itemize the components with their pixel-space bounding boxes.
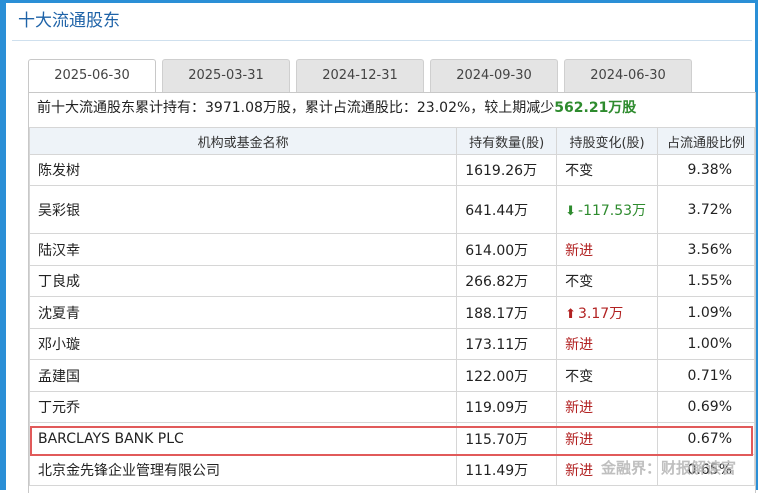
change-value: 新进: [565, 431, 594, 448]
holder-name: 丁元乔: [28, 391, 458, 423]
holder-shares: 122.00万: [456, 359, 558, 392]
holder-ratio: 1.55%: [657, 265, 755, 297]
header-shares: 持有数量(股): [456, 127, 558, 155]
holder-change: 新进: [556, 328, 659, 360]
shareholders-table: 机构或基金名称 持有数量(股) 持股变化(股) 占流通股比例 陈发树 1619.2…: [28, 127, 755, 486]
arrow-down-icon: ⬇: [565, 203, 577, 219]
tab-2024-12-31[interactable]: 2024-12-31: [296, 59, 424, 92]
header-name: 机构或基金名称: [28, 127, 458, 155]
holder-change: 不变: [556, 154, 659, 186]
holder-name: 陈发树: [28, 154, 458, 186]
change-value: 不变: [565, 163, 594, 179]
table-header-row: 机构或基金名称 持有数量(股) 持股变化(股) 占流通股比例: [28, 127, 755, 155]
holder-name: 邓小璇: [28, 328, 458, 360]
table-row: 吴彩银 641.44万 ⬇ -117.53万 3.72%: [28, 185, 755, 234]
table-row: BARCLAYS BANK PLC 115.70万 新进 0.67%: [28, 422, 755, 455]
holder-change: 不变: [556, 265, 659, 297]
holder-ratio: 0.71%: [657, 359, 755, 392]
holder-name: 沈夏青: [28, 296, 458, 329]
arrow-up-icon: ⬆: [565, 306, 577, 322]
watermark: 金融界：财报解读官: [600, 459, 736, 477]
change-value: 新进: [565, 242, 594, 259]
window-left-border: [0, 0, 6, 490]
table-row: 孟建国 122.00万 不变 0.71%: [28, 359, 755, 392]
table-row: 陈发树 1619.26万 不变 9.38%: [28, 154, 755, 186]
summary-text: 前十大流通股东累计持有：3971.08万股，累计占流通股比：23.02%，较上期…: [37, 97, 636, 117]
tab-2025-03-31[interactable]: 2025-03-31: [162, 59, 290, 92]
holder-name: 孟建国: [28, 359, 458, 392]
table-row: 邓小璇 173.11万 新进 1.00%: [28, 328, 755, 360]
shareholders-panel: 前十大流通股东累计持有：3971.08万股，累计占流通股比：23.02%，较上期…: [28, 92, 756, 493]
holder-ratio: 0.69%: [657, 391, 755, 423]
table-row: 丁良成 266.82万 不变 1.55%: [28, 265, 755, 297]
tab-2025-06-30[interactable]: 2025-06-30: [28, 59, 156, 92]
tab-2024-06-30[interactable]: 2024-06-30: [564, 59, 692, 92]
change-value: -117.53万: [578, 202, 647, 219]
change-value: 不变: [565, 368, 594, 385]
holder-name: 北京金先锋企业管理有限公司: [28, 454, 458, 486]
holder-shares: 119.09万: [456, 391, 558, 423]
header-ratio: 占流通股比例: [657, 127, 755, 155]
holder-shares: 266.82万: [456, 265, 558, 297]
holder-ratio: 1.00%: [657, 328, 755, 360]
holder-change: 新进: [556, 422, 659, 455]
change-value: 新进: [565, 463, 594, 479]
holder-shares: 111.49万: [456, 454, 558, 486]
change-value: 新进: [565, 400, 594, 416]
header-change: 持股变化(股): [556, 127, 659, 155]
holder-shares: 173.11万: [456, 328, 558, 360]
change-value: 新进: [565, 337, 594, 353]
holder-ratio: 1.09%: [657, 296, 755, 329]
holder-shares: 1619.26万: [456, 154, 558, 186]
holder-ratio: 0.67%: [657, 422, 755, 455]
holder-change: ⬆ 3.17万: [556, 296, 659, 329]
holder-shares: 614.00万: [456, 233, 558, 266]
window-top-border: [0, 0, 758, 3]
holder-shares: 188.17万: [456, 296, 558, 329]
holder-ratio: 3.56%: [657, 233, 755, 266]
holder-change: 新进: [556, 391, 659, 423]
holder-ratio: 9.38%: [657, 154, 755, 186]
holder-name: 丁良成: [28, 265, 458, 297]
holder-shares: 641.44万: [456, 185, 558, 234]
holder-shares: 115.70万: [456, 422, 558, 455]
summary-change: 562.21万股: [554, 100, 637, 116]
section-title: 十大流通股东: [18, 11, 120, 31]
change-value: 不变: [565, 274, 594, 290]
table-row: 沈夏青 188.17万 ⬆ 3.17万 1.09%: [28, 296, 755, 329]
holder-name: 陆汉幸: [28, 233, 458, 266]
holder-change: ⬇ -117.53万: [556, 185, 659, 234]
table-row: 陆汉幸 614.00万 新进 3.56%: [28, 233, 755, 266]
holder-name: BARCLAYS BANK PLC: [28, 422, 458, 455]
title-divider: [12, 40, 752, 41]
holder-change: 不变: [556, 359, 659, 392]
holder-name: 吴彩银: [28, 185, 458, 234]
holder-ratio: 3.72%: [657, 185, 755, 234]
holder-change: 新进: [556, 233, 659, 266]
summary-prefix: 前十大流通股东累计持有：3971.08万股，累计占流通股比：23.02%，较上期…: [37, 100, 555, 116]
tab-2024-09-30[interactable]: 2024-09-30: [430, 59, 558, 92]
table-row: 丁元乔 119.09万 新进 0.69%: [28, 391, 755, 423]
change-value: 3.17万: [578, 305, 624, 322]
